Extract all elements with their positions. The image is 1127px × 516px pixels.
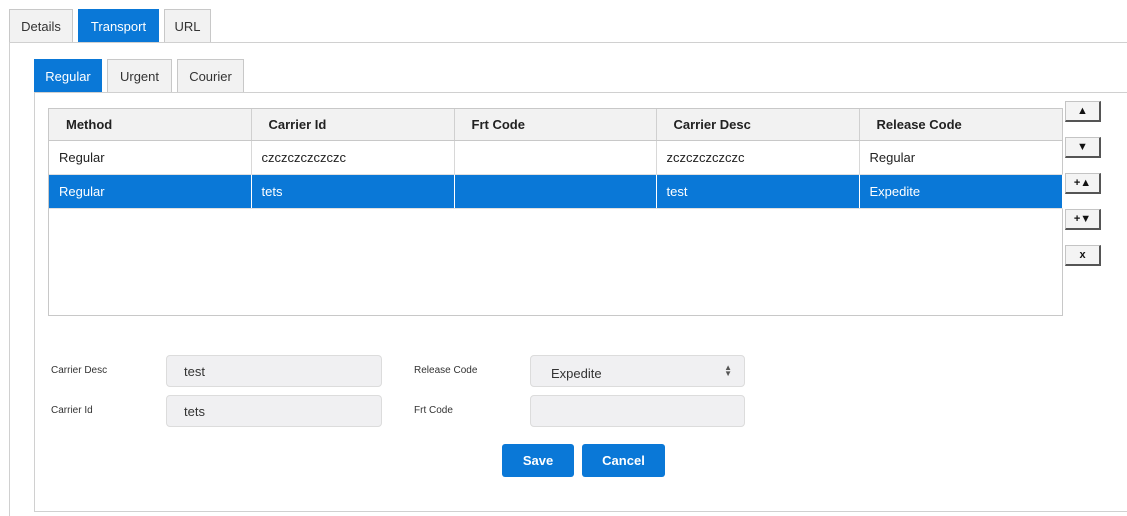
cell-frt-code <box>454 174 657 209</box>
column-header-frt-code[interactable]: Frt Code <box>454 109 657 141</box>
carrier-id-label: Carrier Id <box>51 405 93 416</box>
release-code-value: Expedite <box>551 366 602 381</box>
subtab-divider <box>34 92 1127 93</box>
cell-carrier-desc: zczczczczczc <box>656 140 860 175</box>
column-header-release-code[interactable]: Release Code <box>859 109 1062 141</box>
cell-release-code: Regular <box>859 140 1062 175</box>
tab-courier[interactable]: Courier <box>177 59 244 92</box>
select-arrows-icon: ▲ ▼ <box>724 363 732 378</box>
tab-bar-divider <box>9 42 1127 43</box>
subpanel-border-left <box>34 92 35 512</box>
cell-release-code: Expedite <box>859 174 1063 209</box>
frt-code-field[interactable] <box>530 395 745 427</box>
tab-url[interactable]: URL <box>164 9 211 42</box>
insert-above-button[interactable]: +▲ <box>1065 173 1101 194</box>
grid-header-row: Method Carrier Id Frt Code Carrier Desc … <box>49 109 1062 141</box>
release-code-label: Release Code <box>414 365 478 376</box>
column-header-method[interactable]: Method <box>49 109 252 141</box>
cell-frt-code <box>454 140 657 175</box>
carrier-id-field[interactable]: tets <box>166 395 382 427</box>
cancel-button[interactable]: Cancel <box>582 444 665 477</box>
cell-method: Regular <box>49 140 252 175</box>
save-button[interactable]: Save <box>502 444 574 477</box>
panel-border <box>9 42 10 516</box>
table-row-selected[interactable]: Regular tets test Expedite <box>49 174 1063 209</box>
delete-row-button[interactable]: x <box>1065 245 1101 266</box>
carrier-desc-label: Carrier Desc <box>51 365 108 376</box>
frt-code-label: Frt Code <box>414 405 453 416</box>
carrier-desc-field[interactable]: test <box>166 355 382 387</box>
tab-urgent[interactable]: Urgent <box>107 59 172 92</box>
cell-method: Regular <box>49 174 252 209</box>
cell-carrier-desc: test <box>656 174 860 209</box>
cell-carrier-id: czczczczczczc <box>251 140 455 175</box>
subpanel-border-bottom <box>34 511 1127 512</box>
release-code-select[interactable]: Expedite ▲ ▼ <box>530 355 745 387</box>
tab-transport[interactable]: Transport <box>78 9 159 42</box>
column-header-carrier-desc[interactable]: Carrier Desc <box>656 109 860 141</box>
move-up-button[interactable]: ▲ <box>1065 101 1101 122</box>
column-header-carrier-id[interactable]: Carrier Id <box>251 109 455 141</box>
insert-below-button[interactable]: +▼ <box>1065 209 1101 230</box>
tab-details[interactable]: Details <box>9 9 73 42</box>
table-row[interactable]: Regular czczczczczczc zczczczczczc Regul… <box>49 140 1062 175</box>
cell-carrier-id: tets <box>251 174 455 209</box>
move-down-button[interactable]: ▼ <box>1065 137 1101 158</box>
tab-regular[interactable]: Regular <box>34 59 102 92</box>
transport-grid: Method Carrier Id Frt Code Carrier Desc … <box>48 108 1063 316</box>
